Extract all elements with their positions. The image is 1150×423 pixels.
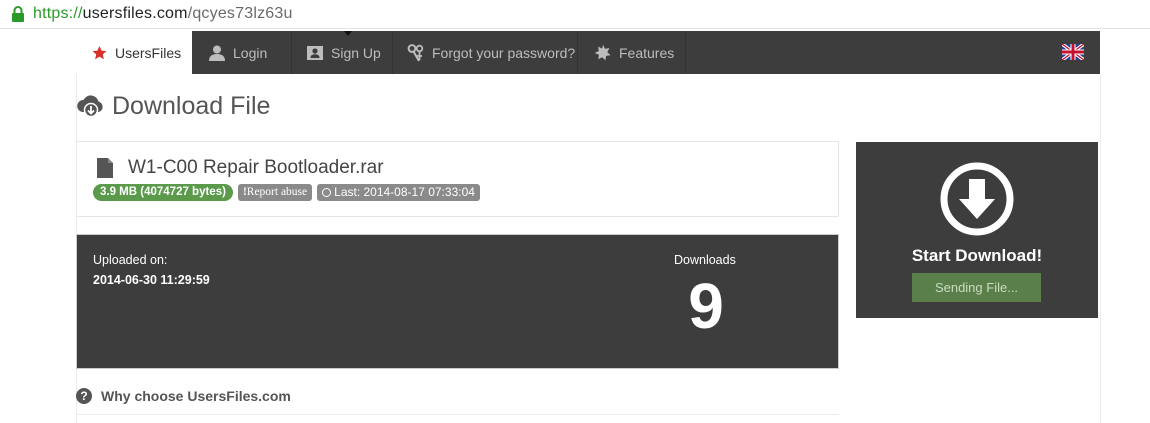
last-download-badge: Last: 2014-08-17 07:33:04: [317, 184, 480, 201]
url-path: /qcyes73lz63u: [187, 5, 293, 22]
file-size-badge: 3.9 MB (4074727 bytes): [93, 184, 233, 201]
uk-flag-icon[interactable]: [1062, 44, 1084, 60]
file-badges: 3.9 MB (4074727 bytes) !Report abuse Las…: [93, 184, 480, 201]
url-text[interactable]: https://usersfiles.com/qcyes73lz63u: [33, 5, 293, 23]
nav-item-label: Forgot your password?: [432, 44, 576, 61]
nav-item-label: Sign Up: [331, 44, 381, 61]
section-divider: [76, 414, 839, 415]
id-card-icon: [307, 45, 323, 60]
file-info-panel: W1-C00 Repair Bootloader.rar 3.9 MB (407…: [76, 141, 839, 217]
report-abuse-label: Report abuse: [246, 186, 308, 198]
nav-item-features[interactable]: Features: [578, 31, 686, 74]
downloads-count: 9: [688, 270, 724, 342]
page-title: Download File: [112, 91, 271, 120]
download-arrow-icon[interactable]: [939, 161, 1015, 237]
lock-icon: [12, 6, 24, 22]
why-choose-section: ? Why choose UsersFiles.com: [76, 388, 291, 404]
upload-stats-panel: Uploaded on: 2014-06-30 11:29:59 Downloa…: [76, 234, 839, 369]
uploaded-date: 2014-06-30 11:29:59: [93, 273, 210, 287]
uploaded-label: Uploaded on:: [93, 253, 168, 267]
top-navbar: UsersFiles Login Sign Up Forgot your pas…: [76, 31, 1100, 74]
sending-file-button[interactable]: Sending File...: [912, 273, 1041, 302]
user-icon: [209, 45, 225, 61]
file-name: W1-C00 Repair Bootloader.rar: [128, 157, 384, 178]
nav-item-label: UsersFiles: [115, 44, 182, 61]
file-icon: [97, 158, 113, 178]
last-download-label: Last: 2014-08-17 07:33:04: [334, 185, 475, 199]
address-bar[interactable]: https://usersfiles.com/qcyes73lz63u: [0, 0, 1150, 29]
download-box: Start Download! Sending File...: [856, 142, 1098, 318]
nav-item-sign-up[interactable]: Sign Up: [292, 31, 393, 74]
clock-icon: [322, 188, 332, 197]
nav-item-forgot-password[interactable]: Forgot your password?: [393, 31, 578, 74]
nav-item-usersfiles[interactable]: UsersFiles: [76, 31, 192, 74]
why-choose-heading: Why choose UsersFiles.com: [101, 388, 291, 404]
page-heading: Download File: [76, 90, 270, 122]
star-icon: [92, 45, 107, 59]
question-icon: ?: [76, 388, 92, 404]
keys-icon: [407, 43, 424, 62]
nav-item-login[interactable]: Login: [192, 31, 292, 74]
report-abuse-badge[interactable]: !Report abuse: [237, 184, 313, 201]
url-host: usersfiles.com: [82, 5, 188, 22]
start-download-label[interactable]: Start Download!: [856, 246, 1098, 266]
gear-star-icon: [594, 44, 611, 60]
menu-caret-icon: [344, 31, 352, 36]
downloads-label: Downloads: [674, 253, 736, 267]
url-scheme: https://: [33, 5, 83, 22]
nav-item-label: Features: [619, 44, 675, 61]
cloud-download-icon: [77, 95, 103, 118]
page-border-right: [1100, 74, 1101, 423]
nav-item-label: Login: [233, 44, 268, 61]
